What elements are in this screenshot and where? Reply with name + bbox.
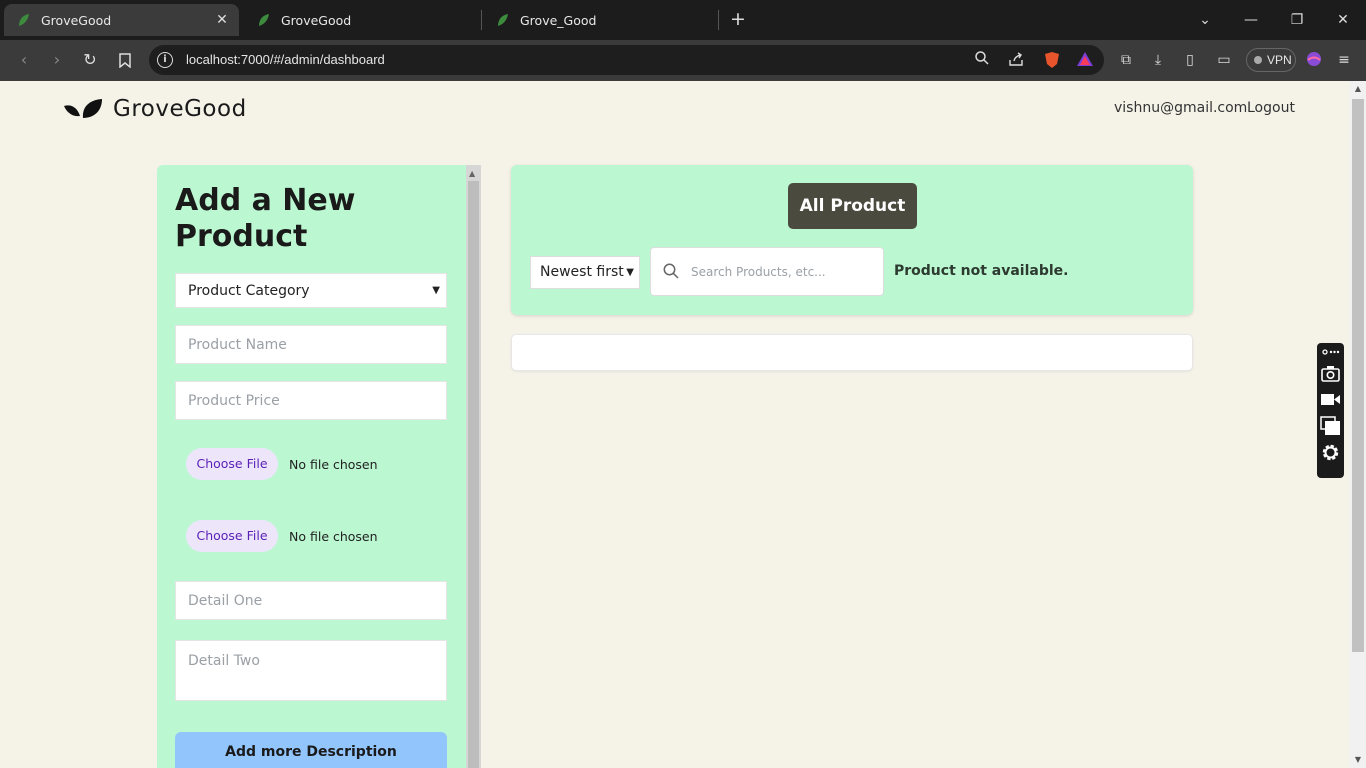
tab-divider <box>718 10 719 30</box>
chevron-down-icon: ▼ <box>626 267 634 278</box>
product-category-select[interactable]: Product Category ▼ <box>175 273 447 308</box>
browser-toolbar: ‹ › ↻ i localhost:7000/#/admin/dashboard… <box>0 40 1366 81</box>
detail-two-textarea[interactable]: Detail Two <box>175 640 447 701</box>
logout-link[interactable]: Logout <box>1247 100 1295 116</box>
zoom-icon[interactable] <box>973 51 991 69</box>
site-info-icon[interactable]: i <box>157 52 173 68</box>
scroll-up-icon[interactable]: ▲ <box>1350 81 1366 97</box>
browser-tab-2[interactable]: GroveGood <box>244 4 479 36</box>
file-status: No file chosen <box>289 456 378 472</box>
brand-logo[interactable]: GroveGood <box>63 96 247 122</box>
page-content: GroveGood vishnu@gmail.com Logout Add a … <box>0 81 1350 768</box>
brave-rewards-icon[interactable] <box>1076 51 1094 69</box>
tab-title: GroveGood <box>41 12 112 28</box>
scroll-thumb[interactable] <box>1352 99 1364 652</box>
tab-title: GroveGood <box>281 12 352 28</box>
detail-one-input[interactable]: Detail One <box>175 581 447 620</box>
tab-close-icon[interactable]: ✕ <box>213 11 231 29</box>
choose-file-button[interactable]: Choose File <box>186 520 278 552</box>
forward-icon[interactable]: › <box>47 50 67 70</box>
sidebar-icon[interactable]: ▯ <box>1181 51 1199 69</box>
sort-select[interactable]: Newest first ▼ <box>530 256 640 289</box>
search-icon <box>663 263 679 279</box>
reload-icon[interactable]: ↻ <box>80 50 100 70</box>
scroll-up-icon[interactable]: ▲ <box>469 169 475 178</box>
leaf-logo-icon <box>64 99 102 118</box>
category-selected: Product Category <box>188 282 310 299</box>
back-icon[interactable]: ‹ <box>14 50 34 70</box>
share-icon[interactable] <box>1007 51 1025 69</box>
image-one-file-input: Choose File No file chosen <box>186 448 378 480</box>
leaf-favicon-icon <box>19 14 29 26</box>
browser-tab-1[interactable]: GroveGood ✕ <box>4 4 239 36</box>
choose-file-button[interactable]: Choose File <box>186 448 278 480</box>
search-placeholder: Search Products, etc... <box>691 265 826 279</box>
vpn-button[interactable]: VPN <box>1246 48 1296 72</box>
form-title: Add a New Product <box>175 183 356 254</box>
minimize-icon[interactable]: — <box>1241 10 1261 30</box>
scroll-down-icon[interactable]: ▼ <box>1350 752 1366 768</box>
product-search[interactable]: Search Products, etc... <box>650 247 884 296</box>
add-description-button[interactable]: Add more Description <box>175 732 447 768</box>
product-list <box>511 334 1193 371</box>
user-email: vishnu@gmail.com <box>1114 100 1248 116</box>
new-tab-icon[interactable]: + <box>728 9 748 29</box>
more-options-icon[interactable] <box>1320 345 1341 359</box>
capture-toolbar <box>1317 343 1344 478</box>
empty-message: Product not available. <box>894 263 1069 279</box>
address-bar[interactable]: i localhost:7000/#/admin/dashboard <box>149 45 1104 75</box>
tab-search-chevron-icon[interactable]: ⌄ <box>1195 10 1215 30</box>
product-price-input[interactable]: Product Price <box>175 381 447 420</box>
form-scrollbar[interactable]: ▲ <box>466 165 481 768</box>
profile-icon[interactable] <box>1305 51 1323 69</box>
browser-tab-bar: GroveGood ✕ GroveGood Grove_Good + ⌄ — ❐… <box>0 0 1366 40</box>
camera-icon[interactable] <box>1320 363 1341 384</box>
page-scrollbar[interactable]: ▲ ▼ <box>1350 81 1366 768</box>
all-product-button[interactable]: All Product <box>788 183 917 229</box>
wallet-icon[interactable]: ▭ <box>1215 51 1233 69</box>
leaf-favicon-icon <box>498 14 508 26</box>
add-product-panel: Add a New Product Product Category ▼ Pro… <box>157 165 481 768</box>
extensions-icon[interactable]: ⧉ <box>1117 51 1135 69</box>
file-status: No file chosen <box>289 528 378 544</box>
brand-name: GroveGood <box>113 96 247 122</box>
product-name-input[interactable]: Product Name <box>175 325 447 364</box>
url-text: localhost:7000/#/admin/dashboard <box>186 52 385 67</box>
bookmark-icon[interactable] <box>115 50 135 70</box>
window-close-icon[interactable]: ✕ <box>1333 10 1353 30</box>
tab-divider <box>481 10 482 30</box>
sort-selected: Newest first <box>540 264 624 280</box>
chevron-down-icon: ▼ <box>432 285 440 296</box>
browser-tab-3[interactable]: Grove_Good <box>483 4 718 36</box>
products-panel: All Product Newest first ▼ Search Produc… <box>511 165 1193 315</box>
brave-shield-icon[interactable] <box>1043 51 1061 69</box>
tab-title: Grove_Good <box>520 12 597 28</box>
scroll-thumb[interactable] <box>468 181 479 768</box>
windows-icon[interactable] <box>1320 415 1341 436</box>
gear-icon[interactable] <box>1320 442 1341 463</box>
video-icon[interactable] <box>1320 389 1341 410</box>
menu-icon[interactable]: ≡ <box>1335 51 1353 69</box>
restore-icon[interactable]: ❐ <box>1287 10 1307 30</box>
image-two-file-input: Choose File No file chosen <box>186 520 378 552</box>
downloads-icon[interactable]: ⤓ <box>1149 51 1167 69</box>
leaf-favicon-icon <box>259 14 269 26</box>
